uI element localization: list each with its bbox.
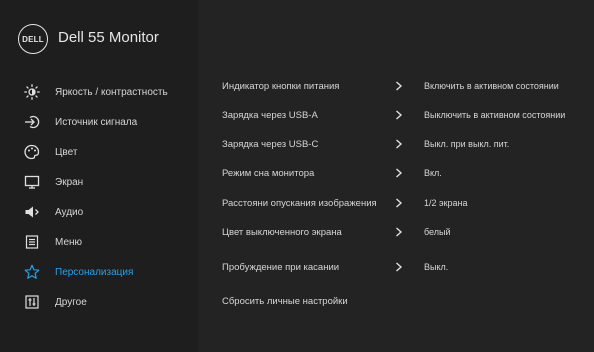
sidebar-item-color[interactable]: Цвет bbox=[0, 138, 198, 166]
input-source-icon bbox=[24, 114, 40, 130]
display-icon bbox=[24, 174, 40, 190]
monitor-osd: DELL Dell 55 Monitor Яркость / контрастн… bbox=[0, 0, 594, 352]
chevron-right-icon bbox=[395, 81, 403, 91]
color-icon bbox=[24, 144, 40, 160]
sidebar-item-audio[interactable]: Аудио bbox=[0, 198, 198, 226]
settings-panel: Индикатор кнопки питания Включить в акти… bbox=[198, 72, 594, 352]
chevron-right-icon bbox=[395, 139, 403, 149]
brightness-icon bbox=[24, 84, 40, 100]
sidebar-item-label: Персонализация bbox=[55, 266, 134, 278]
sidebar-item-label: Источник сигнала bbox=[55, 116, 138, 128]
setting-label: Индикатор кнопки питания bbox=[222, 80, 340, 92]
sidebar-item-label: Цвет bbox=[55, 146, 78, 158]
setting-label: Сбросить личные настройки bbox=[222, 295, 348, 307]
setting-value: Включить в активном состоянии bbox=[424, 81, 559, 91]
others-icon bbox=[24, 294, 40, 310]
setting-label: Режим сна монитора bbox=[222, 167, 315, 179]
star-icon bbox=[24, 264, 40, 280]
setting-row-image-lowering-distance[interactable]: Расстояни опускания изображения 1/2 экра… bbox=[198, 189, 594, 217]
setting-row-power-button-led[interactable]: Индикатор кнопки питания Включить в акти… bbox=[198, 72, 594, 100]
sidebar-item-menu[interactable]: Меню bbox=[0, 228, 198, 256]
setting-row-monitor-sleep[interactable]: Режим сна монитора Вкл. bbox=[198, 159, 594, 187]
sidebar-item-label: Яркость / контрастность bbox=[55, 86, 168, 98]
setting-label: Цвет выключенного экрана bbox=[222, 226, 342, 238]
sidebar-item-personalize[interactable]: Персонализация bbox=[0, 258, 198, 286]
setting-value: Выкл. bbox=[424, 262, 449, 272]
setting-value: Вкл. bbox=[424, 168, 442, 178]
sidebar-item-label: Экран bbox=[55, 176, 84, 188]
chevron-right-icon bbox=[395, 262, 403, 272]
setting-label: Зарядка через USB-C bbox=[222, 138, 319, 150]
setting-label: Зарядка через USB-A bbox=[222, 109, 318, 121]
sidebar-item-label: Меню bbox=[55, 236, 83, 248]
sidebar-item-brightness-contrast[interactable]: Яркость / контрастность bbox=[0, 78, 198, 106]
setting-label: Расстояни опускания изображения bbox=[222, 197, 377, 209]
sidebar-item-others[interactable]: Другое bbox=[0, 288, 198, 316]
setting-value: Выкл. при выкл. пит. bbox=[424, 139, 510, 149]
sidebar-item-label: Другое bbox=[55, 296, 87, 308]
chevron-right-icon bbox=[395, 198, 403, 208]
monitor-title: Dell 55 Monitor bbox=[58, 29, 159, 46]
setting-row-screen-off-color[interactable]: Цвет выключенного экрана белый bbox=[198, 218, 594, 246]
chevron-right-icon bbox=[395, 227, 403, 237]
setting-value: белый bbox=[424, 227, 451, 237]
dell-logo: DELL bbox=[18, 24, 48, 54]
setting-row-reset-personalization[interactable]: Сбросить личные настройки bbox=[198, 287, 594, 315]
chevron-right-icon bbox=[395, 110, 403, 120]
osd-header: DELL Dell 55 Monitor bbox=[0, 0, 594, 72]
setting-value: 1/2 экрана bbox=[424, 198, 468, 208]
chevron-right-icon bbox=[395, 168, 403, 178]
setting-row-usb-c-charging[interactable]: Зарядка через USB-C Выкл. при выкл. пит. bbox=[198, 130, 594, 158]
sidebar-item-display[interactable]: Экран bbox=[0, 168, 198, 196]
sidebar-item-input-source[interactable]: Источник сигнала bbox=[0, 108, 198, 136]
menu-icon bbox=[24, 234, 40, 250]
audio-icon bbox=[24, 204, 40, 220]
setting-row-wake-on-touch[interactable]: Пробуждение при касании Выкл. bbox=[198, 253, 594, 281]
sidebar-item-label: Аудио bbox=[55, 206, 84, 218]
setting-label: Пробуждение при касании bbox=[222, 261, 340, 273]
setting-row-usb-a-charging[interactable]: Зарядка через USB-A Выключить в активном… bbox=[198, 101, 594, 129]
header-right-area bbox=[198, 0, 594, 72]
setting-value: Выключить в активном состоянии bbox=[424, 110, 566, 120]
